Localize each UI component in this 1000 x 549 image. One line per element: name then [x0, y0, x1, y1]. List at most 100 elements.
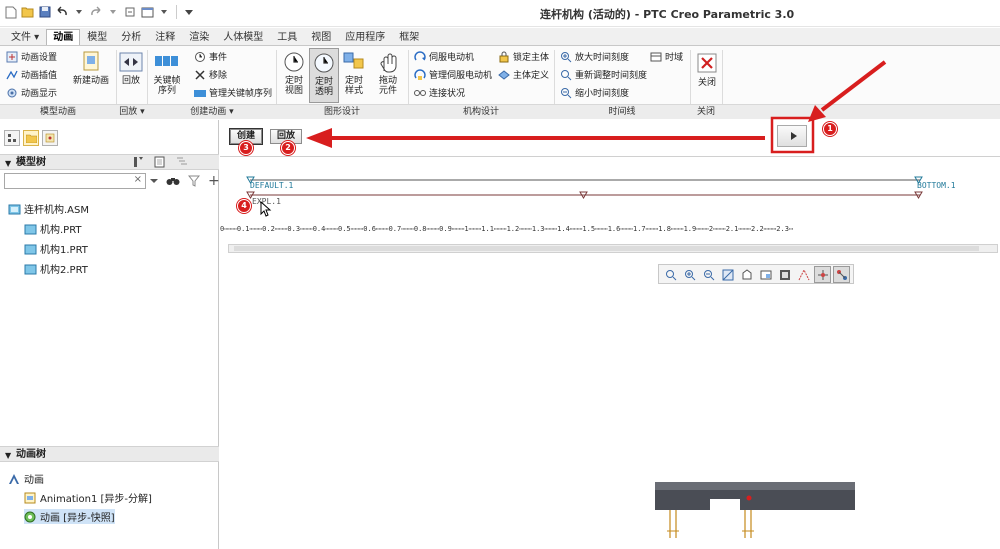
group-label-playback[interactable]: 回放 ▾: [116, 105, 148, 120]
tab-animation[interactable]: 动画: [46, 29, 81, 45]
window-icon[interactable]: [140, 5, 154, 19]
tab-tools[interactable]: 工具: [270, 29, 304, 45]
tree-filter-icon[interactable]: [176, 156, 190, 168]
ribbon-separator: [690, 50, 691, 104]
drag-component-button[interactable]: 拖动 元件: [374, 50, 402, 96]
save-icon[interactable]: [38, 5, 52, 19]
clear-search-icon[interactable]: ×: [134, 174, 142, 185]
repaint-icon[interactable]: [719, 266, 736, 283]
window-dropdown-icon[interactable]: [157, 5, 171, 19]
collapse-triangle-icon[interactable]: ▼: [5, 156, 11, 171]
zoom-out-icon[interactable]: [700, 266, 717, 283]
tab-model[interactable]: 模型: [80, 29, 114, 45]
manage-keyframe-button[interactable]: 管理关键帧序列: [194, 86, 272, 99]
keyframe-seq-button[interactable]: 关键帧 序列: [150, 50, 184, 96]
model-tree-tab-icon[interactable]: [4, 130, 20, 146]
servo-motor-icon: [414, 50, 426, 60]
servo-motor-button[interactable]: 伺服电动机: [414, 50, 474, 63]
find-binoculars-icon[interactable]: [166, 175, 180, 187]
timeline-scrollbar[interactable]: [228, 244, 998, 253]
model-tree-tools: [132, 156, 190, 168]
view-manager-icon[interactable]: [757, 266, 774, 283]
step-badge-2: 2: [281, 141, 295, 155]
part-icon: [24, 224, 37, 234]
open-folder-icon[interactable]: [21, 5, 35, 19]
window-title: 连杆机构 (活动的) - PTC Creo Parametric 3.0: [540, 8, 795, 21]
new-anim-button[interactable]: 新建动画: [70, 50, 112, 86]
collapse-triangle-icon[interactable]: ▼: [5, 448, 11, 463]
close-anim-button[interactable]: 关闭: [694, 52, 720, 88]
custom-style-button[interactable]: 定时 样式: [340, 50, 368, 96]
show-icon[interactable]: [154, 156, 168, 168]
anim-tree-item[interactable]: Animation1 [异步-分解]: [24, 490, 152, 505]
lock-body-button[interactable]: 锁定主体: [498, 50, 549, 63]
anim-display-button[interactable]: 动画显示: [6, 86, 57, 99]
tab-framework[interactable]: 框架: [392, 29, 426, 45]
body-definition-button[interactable]: 主体定义: [498, 68, 549, 81]
play-button[interactable]: [777, 125, 807, 147]
zoom-out-time-button[interactable]: 缩小时间刻度: [560, 86, 629, 99]
remove-button[interactable]: 移除: [194, 68, 227, 81]
filter-funnel-icon[interactable]: [188, 175, 200, 187]
tree-item-part[interactable]: 机构1.PRT: [24, 241, 88, 256]
anim-tree-title: 动画树: [16, 449, 46, 460]
anim-tree-root[interactable]: 动画: [8, 471, 44, 486]
close-icon: [697, 53, 717, 73]
search-dropdown-icon[interactable]: [150, 177, 158, 185]
playback-button[interactable]: 回放: [118, 50, 144, 86]
connection-status-button[interactable]: 连接状况: [414, 86, 465, 99]
anim-tree-header[interactable]: ▼ 动画树: [0, 446, 219, 462]
tree-item-assembly[interactable]: 连杆机构.ASM: [8, 201, 89, 216]
manage-servo-button[interactable]: 管理伺服电动机: [414, 68, 492, 81]
saved-orientations-icon[interactable]: [738, 266, 755, 283]
regenerate-icon[interactable]: [123, 5, 137, 19]
anim-interp-button[interactable]: 动画插值: [6, 68, 57, 81]
zoom-in-time-button[interactable]: 放大时间刻度: [560, 50, 629, 63]
time-domain-button[interactable]: 时域: [650, 50, 683, 63]
readjust-time-button[interactable]: 重新调整时间刻度: [560, 68, 647, 81]
model-datum-axes: [669, 510, 752, 538]
tab-file[interactable]: 文件 ▾: [4, 29, 46, 45]
mouse-cursor-icon: [260, 201, 272, 217]
anim-tree-item-selected[interactable]: 动画 [异步-快照]: [24, 509, 115, 524]
redo-icon[interactable]: [89, 5, 103, 19]
tab-analysis[interactable]: 分析: [114, 29, 148, 45]
anim-settings-button[interactable]: 动画设置: [6, 50, 57, 63]
tree-item-label: 机构.PRT: [40, 225, 82, 236]
custom-view-button[interactable]: 定时 视图: [280, 50, 308, 96]
step-badge-1: 1: [823, 122, 837, 136]
custom-transparency-icon: [314, 53, 334, 73]
undo-icon[interactable]: [55, 5, 69, 19]
tab-manikin[interactable]: 人体模型: [216, 29, 270, 45]
custom-transparency-button[interactable]: 定时 透明: [309, 48, 339, 103]
tab-view[interactable]: 视图: [304, 29, 338, 45]
settings-icon[interactable]: [132, 156, 146, 168]
model-tree-search-input[interactable]: ×: [4, 173, 146, 189]
favorites-tab-icon[interactable]: [42, 130, 58, 146]
annotation-display-icon[interactable]: [814, 266, 831, 283]
tab-applications[interactable]: 应用程序: [338, 29, 392, 45]
group-label-create-anim[interactable]: 创建动画 ▾: [148, 105, 276, 120]
group-label-graphic-design: 图形设计: [323, 107, 360, 117]
add-column-icon[interactable]: +: [208, 174, 220, 188]
spin-center-icon[interactable]: [833, 266, 850, 283]
linkage-model-view[interactable]: [650, 479, 865, 549]
redo-dropdown-icon[interactable]: [106, 5, 120, 19]
refit-icon[interactable]: [662, 266, 679, 283]
undo-dropdown-icon[interactable]: [72, 5, 86, 19]
zoom-in-icon[interactable]: [681, 266, 698, 283]
scrollbar-thumb[interactable]: [234, 246, 979, 251]
event-button[interactable]: 事件: [194, 50, 227, 63]
tree-item-part[interactable]: 机构.PRT: [24, 221, 82, 236]
folder-browser-tab-icon[interactable]: [23, 130, 39, 146]
tab-render[interactable]: 渲染: [182, 29, 216, 45]
display-style-icon[interactable]: [776, 266, 793, 283]
customize-dropdown-icon[interactable]: [182, 5, 196, 19]
model-top-face: [655, 482, 855, 490]
new-file-icon[interactable]: [4, 5, 18, 19]
tab-annotate[interactable]: 注释: [148, 29, 182, 45]
tree-item-part[interactable]: 机构2.PRT: [24, 261, 88, 276]
group-label-timeline: 时间线: [608, 107, 636, 117]
datum-display-icon[interactable]: [795, 266, 812, 283]
ribbon-tabs: 文件 ▾ 动画 模型 分析 注释 渲染 人体模型 工具 视图 应用程序 框架: [0, 28, 1000, 45]
